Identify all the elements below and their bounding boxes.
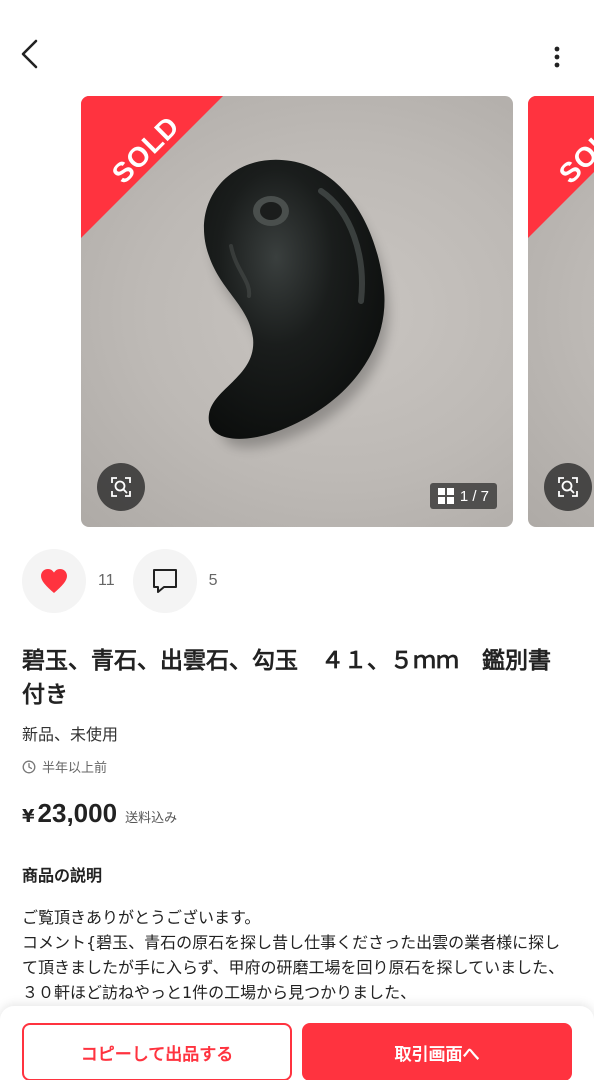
description-line: コメント{碧玉、青石の原石を探し昔し仕事くださった出雲の業者様に探して頂きました…	[22, 933, 565, 1002]
comment-button[interactable]	[132, 549, 197, 613]
comment-count: 5	[208, 572, 218, 589]
description-heading: 商品の説明	[22, 866, 103, 885]
back-button[interactable]	[12, 36, 48, 72]
bottom-action-bar: コピーして出品する 取引画面へ	[0, 1006, 594, 1080]
item-condition: 新品、未使用	[22, 725, 119, 744]
copy-listing-button[interactable]: コピーして出品する	[22, 1023, 292, 1080]
reactions-row: 11 5	[22, 549, 236, 613]
heart-icon	[41, 569, 67, 593]
next-photo[interactable]: SOLD	[528, 96, 594, 527]
description-body: ご覧頂きありがとうございます。 コメント{碧玉、青石の原石を探し昔し仕事くださっ…	[22, 905, 574, 1005]
comment-icon	[152, 569, 177, 593]
posted-time: 半年以上前	[22, 757, 107, 776]
like-button[interactable]	[22, 549, 86, 613]
transaction-screen-button[interactable]: 取引画面へ	[302, 1023, 572, 1080]
more-options-button[interactable]	[540, 40, 574, 74]
description-line: ご覧頂きありがとうございます。	[22, 908, 261, 927]
photo-counter[interactable]: 1 / 7	[429, 483, 497, 509]
photo-counter-text: 1 / 7	[459, 487, 489, 505]
grid-icon	[437, 488, 454, 504]
vertical-dots-icon	[554, 46, 560, 68]
item-title: 碧玉、青石、出雲石、勾玉 ４１、５ｍｍ 鑑別書付き	[22, 648, 551, 708]
like-count: 11	[98, 572, 115, 589]
image-search-icon	[558, 477, 578, 497]
photo-carousel[interactable]: SOLD 1 / 7 SOLD	[0, 96, 594, 528]
chevron-left-icon	[21, 39, 38, 69]
image-search-button[interactable]	[97, 463, 145, 511]
shipping-note: 送料込み	[125, 811, 178, 826]
top-nav	[0, 0, 594, 100]
price-value: 23,000	[37, 798, 118, 828]
image-search-button[interactable]	[544, 463, 592, 511]
product-photo[interactable]: SOLD 1 / 7	[81, 96, 513, 527]
image-search-icon	[111, 477, 131, 497]
price: ¥ 23,000 送料込み	[22, 798, 177, 829]
currency-symbol: ¥	[22, 806, 35, 827]
clock-icon	[22, 760, 36, 773]
posted-time-text: 半年以上前	[42, 761, 108, 776]
